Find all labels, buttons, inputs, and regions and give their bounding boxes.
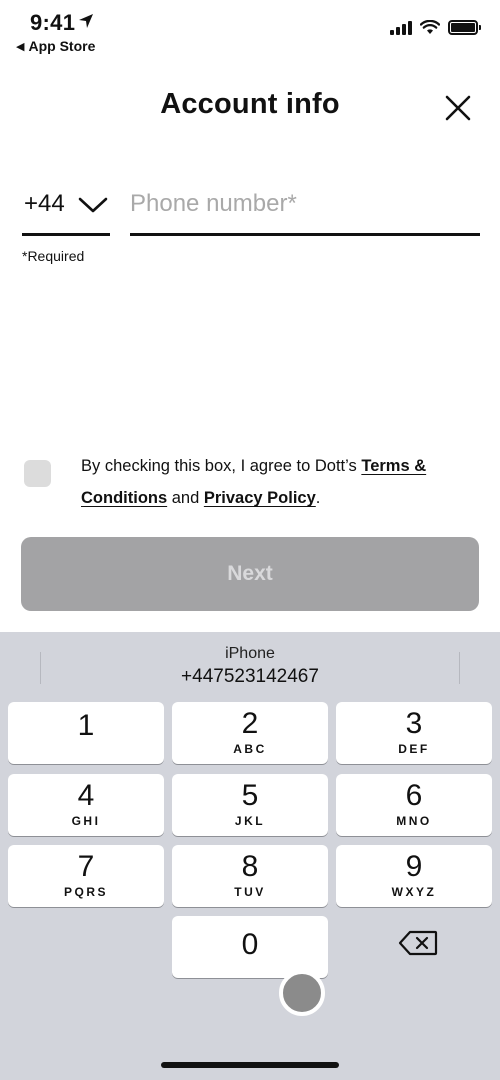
key-digit: 9	[405, 850, 423, 883]
phone-number-field[interactable]	[130, 178, 480, 236]
suggestion-phone: +447523142467	[181, 666, 319, 687]
terms-text: By checking this box, I agree to Dott’s …	[81, 450, 471, 514]
key-7[interactable]: 7 PQRS	[8, 845, 164, 907]
autofill-suggestion[interactable]: iPhone +447523142467	[0, 644, 500, 692]
key-letters: ABC	[233, 742, 267, 756]
key-1[interactable]: 1	[8, 702, 164, 764]
key-letters: JKL	[234, 814, 266, 828]
terms-text-middle: and	[167, 489, 204, 507]
numeric-keypad: iPhone +447523142467 1 2 ABC 3 DEF 4 GHI…	[0, 632, 500, 1080]
key-digit: 5	[241, 779, 259, 812]
assistive-touch-button[interactable]	[279, 970, 325, 1016]
terms-text-after: .	[315, 489, 321, 507]
phone-number-input[interactable]	[130, 186, 480, 222]
status-bar: 9:41 ◀ App Store	[0, 0, 500, 60]
back-to-app-store[interactable]: ◀ App Store	[16, 38, 95, 54]
privacy-policy-link[interactable]: Privacy Policy	[204, 489, 316, 507]
terms-checkbox[interactable]	[24, 460, 51, 487]
suggestion-title: iPhone	[225, 645, 275, 662]
signal-bars-icon	[390, 20, 412, 35]
key-digit: 1	[77, 709, 95, 742]
key-5[interactable]: 5 JKL	[172, 774, 328, 836]
key-digit: 7	[77, 850, 95, 883]
status-time: 9:41	[30, 10, 76, 35]
terms-text-before: By checking this box, I agree to Dott’s	[81, 457, 362, 475]
key-digit: 8	[241, 850, 259, 883]
key-2[interactable]: 2 ABC	[172, 702, 328, 764]
next-button[interactable]: Next	[21, 537, 479, 611]
key-3[interactable]: 3 DEF	[336, 702, 492, 764]
key-4[interactable]: 4 GHI	[8, 774, 164, 836]
key-digit: 3	[405, 707, 423, 740]
status-indicators	[390, 20, 481, 35]
location-arrow-icon	[79, 14, 93, 28]
key-9[interactable]: 9 WXYZ	[336, 845, 492, 907]
key-8[interactable]: 8 TUV	[172, 845, 328, 907]
key-0[interactable]: 0	[172, 916, 328, 978]
page-title: Account info	[160, 88, 340, 120]
key-6[interactable]: 6 MNO	[336, 774, 492, 836]
back-triangle-icon: ◀	[16, 40, 25, 53]
battery-icon	[448, 20, 481, 35]
backspace-icon[interactable]	[398, 930, 438, 956]
close-icon[interactable]	[444, 94, 472, 122]
home-indicator[interactable]	[161, 1062, 339, 1068]
back-app-label: App Store	[28, 38, 96, 54]
key-letters: MNO	[396, 814, 432, 828]
key-letters: PQRS	[63, 885, 108, 899]
key-letters: DEF	[398, 742, 430, 756]
chevron-down-icon	[78, 197, 108, 213]
wifi-icon	[420, 20, 440, 34]
country-code-value: +44	[24, 190, 65, 217]
key-letters: WXYZ	[391, 885, 437, 899]
key-digit: 4	[77, 779, 95, 812]
key-digit: 0	[241, 928, 259, 961]
key-letters: TUV	[234, 885, 266, 899]
required-note: *Required	[22, 248, 85, 264]
key-digit: 6	[405, 779, 423, 812]
key-letters: GHI	[71, 814, 101, 828]
country-code-select[interactable]: +44	[22, 178, 110, 236]
key-digit: 2	[241, 707, 259, 740]
